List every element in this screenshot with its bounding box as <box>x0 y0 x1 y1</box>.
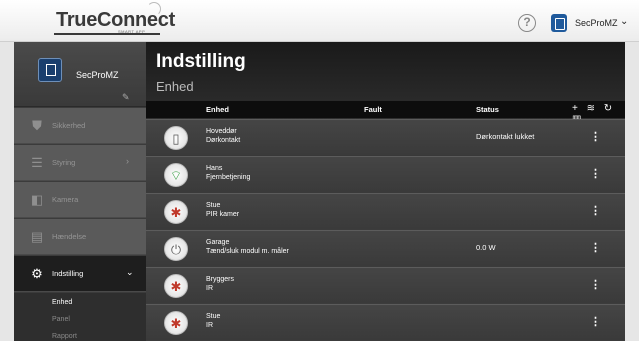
sidebar-item-indstilling[interactable]: ⚙ Indstilling ⌄ <box>14 256 146 292</box>
page-title: Indstilling <box>156 51 246 72</box>
ir-motion-icon: ✱ <box>164 311 188 335</box>
device-type: IR <box>206 285 213 292</box>
table-row[interactable]: ✱ Bryggers IR ⋮ <box>146 267 625 303</box>
user-name[interactable]: SecProMZ <box>575 18 618 28</box>
table-row[interactable]: ✱ Stue PIR kamer ⋮ <box>146 193 625 229</box>
more-options-icon[interactable]: ⋮ <box>590 130 601 143</box>
sidebar-item-label: Sikkerhed <box>52 121 86 130</box>
column-header-fault: Fault <box>364 105 382 114</box>
gear-icon: ⚙ <box>31 266 43 281</box>
device-name: Hans <box>206 165 223 172</box>
sidebar-item-sikkerhed[interactable]: ⛊ Sikkerhed <box>14 108 146 144</box>
more-options-icon[interactable]: ⋮ <box>590 241 601 254</box>
user-panel-icon[interactable] <box>551 14 567 32</box>
signal-icon <box>147 2 161 16</box>
device-name: Stue <box>206 313 221 320</box>
main-content: Indstilling Enhed Enhed Fault Status + ≋… <box>146 42 625 341</box>
chevron-down-icon: ⌄ <box>126 267 134 277</box>
sidebar-subitem-rapport[interactable]: Rapport <box>52 333 77 340</box>
sidebar-subitem-panel[interactable]: Panel <box>52 316 70 323</box>
sidebar-item-styring[interactable]: ☰ Styring › <box>14 145 146 181</box>
device-status: 0.0 W <box>476 243 496 252</box>
sidebar-item-label: Hændelse <box>52 232 87 241</box>
ir-motion-icon: ✱ <box>164 274 188 298</box>
more-options-icon[interactable]: ⋮ <box>590 315 601 328</box>
more-options-icon[interactable]: ⋮ <box>590 167 601 180</box>
more-options-icon[interactable]: ⋮ <box>590 278 601 291</box>
list-icon: ▤ <box>30 229 44 244</box>
device-type: Tænd/sluk modul m. måler <box>206 248 289 255</box>
table-row[interactable]: ⏻ Garage Tænd/sluk modul m. måler 0.0 W … <box>146 230 625 266</box>
chevron-down-icon[interactable]: ⌄ <box>620 16 628 27</box>
sidebar-subitem-enhed[interactable]: Enhed <box>52 299 72 306</box>
column-header-status: Status <box>476 105 499 114</box>
sliders-icon: ☰ <box>31 155 43 170</box>
column-header-device: Enhed <box>206 105 229 114</box>
device-name: Bryggers <box>206 276 235 283</box>
device-name: Garage <box>206 239 230 246</box>
shield-icon: ⛊ <box>32 118 42 133</box>
device-type: Dørkontakt <box>206 137 241 144</box>
edit-icon[interactable]: ✎ <box>122 92 130 103</box>
device-type: IR <box>206 322 213 329</box>
pir-camera-icon: ✱ <box>164 200 188 224</box>
device-name: Hoveddør <box>206 128 237 135</box>
device-name: Stue <box>206 202 221 209</box>
power-switch-icon: ⏻ <box>164 237 188 261</box>
remote-control-icon: ⌔ <box>164 163 188 187</box>
sidebar-submenu: Enhed Panel Rapport <box>14 293 146 341</box>
table-row[interactable]: ▯ Hoveddør Dørkontakt Dørkontakt lukket … <box>146 119 625 155</box>
table-row[interactable]: ⌔ Hans Fjernbetjening ⋮ <box>146 156 625 192</box>
sidebar-item-kamera[interactable]: ◧ Kamera <box>14 182 146 218</box>
profile-name: SecProMZ <box>76 70 119 80</box>
device-type: Fjernbetjening <box>206 174 251 181</box>
right-gutter <box>625 42 639 341</box>
sidebar-profile: SecProMZ ✎ <box>14 42 146 107</box>
sidebar-item-label: Indstilling <box>52 269 84 278</box>
top-header: TrueConnect SMART APP ? SecProMZ ⌄ <box>0 0 639 42</box>
chevron-right-icon: › <box>126 156 129 166</box>
page-subtitle: Enhed <box>156 79 194 94</box>
door-contact-icon: ▯ <box>164 126 188 150</box>
camera-icon: ◧ <box>30 192 44 207</box>
panel-icon <box>38 58 62 82</box>
logo-underline <box>54 33 160 35</box>
sidebar: SecProMZ ✎ ⛊ Sikkerhed ☰ Styring › ◧ Kam… <box>14 42 146 341</box>
help-button[interactable]: ? <box>518 14 536 32</box>
more-options-icon[interactable]: ⋮ <box>590 204 601 217</box>
table-header: Enhed Fault Status + ≋ ↻ ▥ <box>146 101 625 125</box>
sidebar-item-haendelse[interactable]: ▤ Hændelse <box>14 219 146 255</box>
sidebar-item-label: Kamera <box>52 195 79 204</box>
device-status: Dørkontakt lukket <box>476 132 535 141</box>
sidebar-item-label: Styring <box>52 158 76 167</box>
table-row[interactable]: ✱ Stue IR ⋮ <box>146 304 625 340</box>
device-type: PIR kamer <box>206 211 240 218</box>
